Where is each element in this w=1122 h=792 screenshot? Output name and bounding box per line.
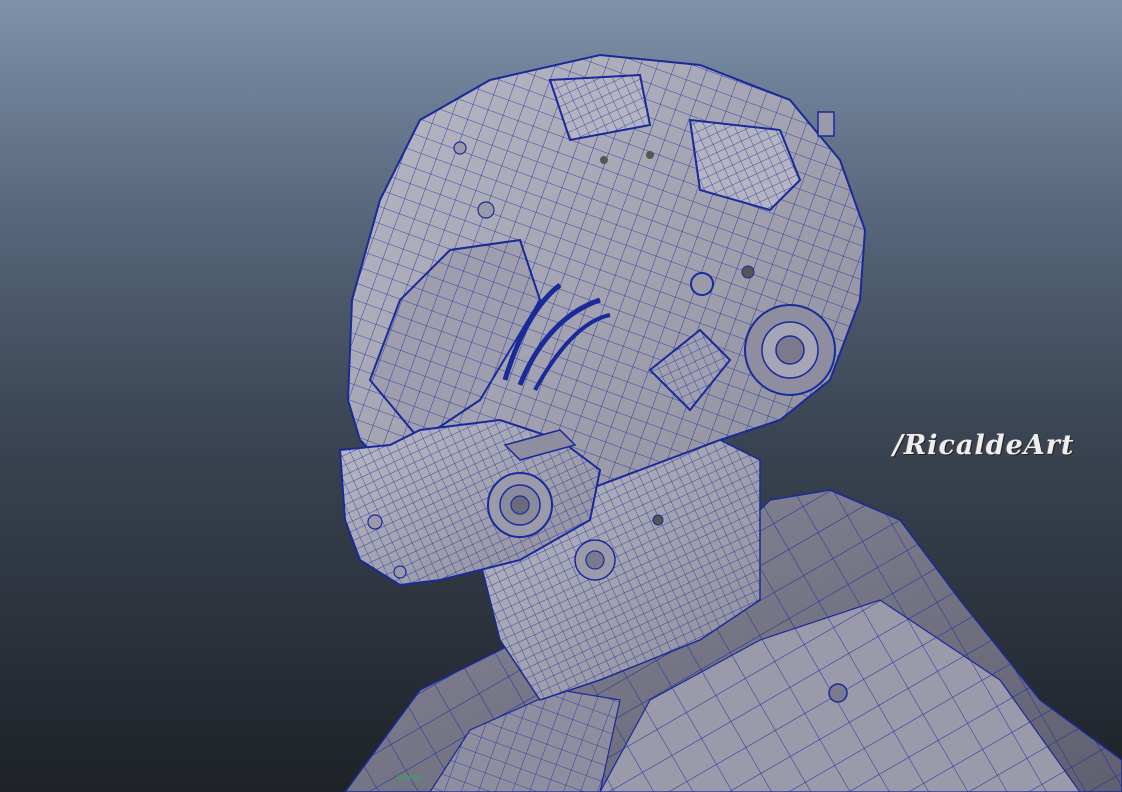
helmet-wireframe-model[interactable] — [0, 0, 1122, 792]
maya-perspective-viewport[interactable]: /RicaldeArt persp — [0, 0, 1122, 792]
camera-label: persp — [397, 773, 423, 783]
watermark-text: /RicaldeArt — [893, 430, 1075, 461]
